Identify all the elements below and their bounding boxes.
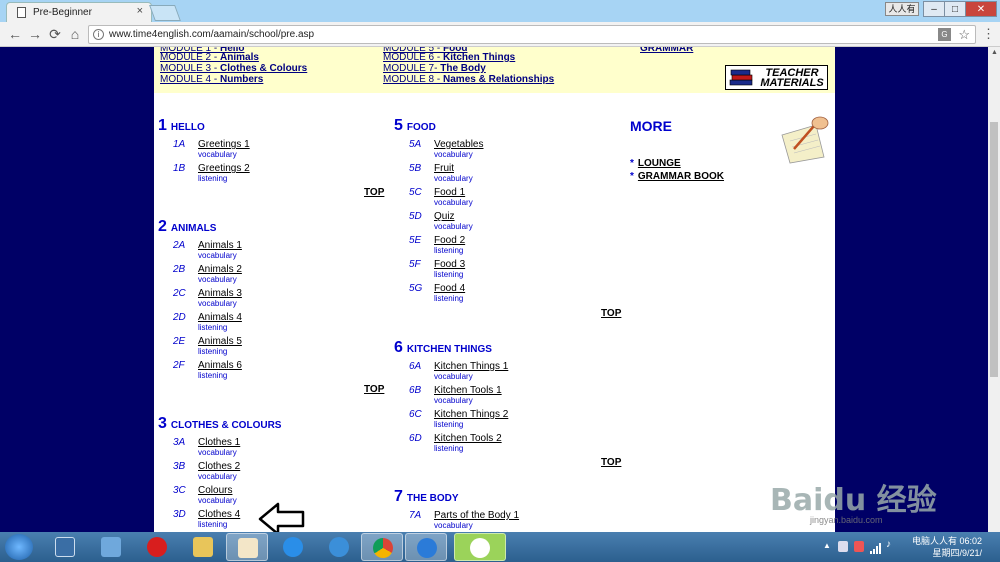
more-link-grammar-book[interactable]: * GRAMMAR BOOK [630,171,724,182]
taskbar-app-sogou[interactable] [405,533,447,561]
content-page: MODULE 1 - Hello MODULE 2 - Animals MODU… [154,47,835,532]
sogou-icon [417,538,437,558]
info-icon[interactable]: i [93,29,104,40]
top-link[interactable]: TOP [364,384,384,395]
taskbar-clock[interactable]: 电脑人人有 06:02 星期四/9/21/ [912,535,982,559]
section-heading-kitchen: 6 KITCHEN THINGS [394,339,492,356]
new-tab-button[interactable] [149,5,181,21]
clock-line-2: 星期四/9/21/ [932,548,983,558]
taskbar: ▲ ♪ 电脑人人有 06:02 星期四/9/21/ [0,532,1000,562]
more-link-lounge[interactable]: * LOUNGE [630,158,681,169]
wechat-icon [470,538,490,558]
top-link[interactable]: TOP [601,308,621,319]
scrollbar-thumb[interactable] [990,122,998,377]
forward-arrow-icon[interactable]: → [26,25,44,43]
taskbar-app-paint[interactable] [226,533,268,561]
section-heading-animals: 2 ANIMALS [158,218,217,235]
watermark-text: Baidu 经验 [770,483,937,518]
close-window-button[interactable]: ✕ [965,1,997,17]
start-button[interactable] [5,534,33,560]
scroll-up-arrow-icon[interactable]: ▲ [991,49,998,56]
module-link-2[interactable]: MODULE 2 - Animals [160,52,259,63]
reload-icon[interactable]: ⟳ [46,25,64,43]
left-arrow-icon [258,502,305,532]
section-heading-food: 5 FOOD [394,117,436,134]
teacher-materials-label: TEACHER MATERIALS [760,67,824,89]
network-icon[interactable] [870,541,881,554]
module-link-3[interactable]: MODULE 3 - Clothes & Colours [160,63,307,74]
tab-close-icon[interactable]: × [137,5,143,17]
monitor-icon [55,537,75,557]
red-app-icon [147,537,167,557]
taskbar-app-folder[interactable] [182,533,224,561]
tray-security-icon[interactable] [854,541,864,552]
volume-icon[interactable]: ♪ [886,539,896,550]
grammar-link-partial[interactable]: GRAMMAR [640,47,693,54]
watermark-url: jingyan.baidu.com [810,515,883,525]
taskbar-app-tools[interactable] [90,533,132,561]
module-link-4[interactable]: MODULE 4 - Numbers [160,74,263,85]
tray-app-icon[interactable] [838,541,848,552]
modules-bar: MODULE 1 - Hello MODULE 2 - Animals MODU… [154,47,835,93]
section-heading-body: 7 THE BODY [394,488,459,505]
clock-line-1: 电脑人人有 06:02 [912,536,983,546]
browser-tab[interactable]: Pre-Beginner × [6,2,152,22]
vertical-scrollbar[interactable]: ▲ [988,47,1000,532]
maximize-button[interactable]: □ [944,1,966,17]
folder-icon [193,537,213,557]
paint-icon [238,538,258,558]
top-link[interactable]: TOP [364,187,384,198]
taskbar-app-red[interactable] [136,533,178,561]
browser-toolbar: ← → ⟳ ⌂ i www.time4english.com/aamain/sc… [0,22,1000,47]
module-link-8[interactable]: MODULE 8 - Names & Relationships [383,74,554,85]
minimize-button[interactable]: – [923,1,945,17]
taskbar-app-desktop[interactable] [44,533,86,561]
address-bar[interactable]: i www.time4english.com/aamain/school/pre… [88,25,976,44]
module-link-6[interactable]: MODULE 6 - Kitchen Things [383,52,515,63]
top-link[interactable]: TOP [601,457,621,468]
taskbar-app-wechat[interactable] [454,533,506,561]
user-profile-button[interactable]: 人人有 [885,2,919,16]
tab-strip: Pre-Beginner × 人人有 – □ ✕ [0,0,1000,22]
chrome-icon [373,538,393,558]
document-icon [17,7,26,18]
writing-hand-icon [781,116,829,164]
internet-explorer-icon [283,537,303,557]
home-icon[interactable]: ⌂ [66,25,84,43]
books-icon [729,69,753,86]
system-tray: ▲ ♪ 电脑人人有 06:02 星期四/9/21/ [820,532,1000,562]
bookmark-star-icon[interactable]: ☆ [958,26,970,43]
section-heading-clothes: 3 CLOTHES & COLOURS [158,415,282,432]
url-text[interactable]: www.time4english.com/aamain/school/pre.a… [109,29,314,40]
tools-icon [101,537,121,557]
more-heading: MORE [630,118,672,134]
taskbar-app-ie[interactable] [272,533,314,561]
baidu-watermark: Baidu 经验 jingyan.baidu.com [760,455,960,530]
tab-title: Pre-Beginner [33,7,92,18]
gear-icon [329,537,349,557]
section-heading-hello: 1 HELLO [158,117,205,134]
taskbar-app-chrome[interactable] [361,533,403,561]
back-arrow-icon[interactable]: ← [6,25,24,43]
teacher-materials-button[interactable]: TEACHER MATERIALS [725,65,828,90]
module-link-7[interactable]: MODULE 7- The Body [383,63,486,74]
menu-icon[interactable]: ⋮ [982,26,995,42]
taskbar-app-gear[interactable] [318,533,360,561]
translate-icon[interactable]: G [938,28,951,41]
tray-expand-icon[interactable]: ▲ [823,541,831,552]
